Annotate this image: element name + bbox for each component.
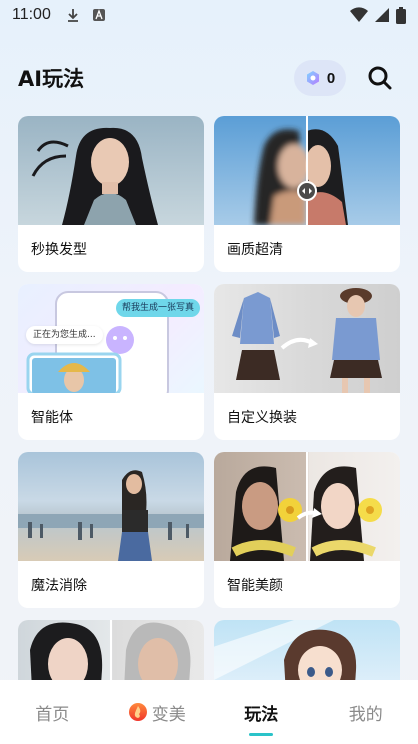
page-title: AI玩法 xyxy=(18,67,85,91)
card-label: 魔法消除 xyxy=(31,578,87,594)
tab-label: 变美 xyxy=(151,704,186,725)
card-label: 画质超清 xyxy=(227,242,283,258)
coin-icon xyxy=(306,71,319,85)
agent-bubble-generating: 正在为您生成... xyxy=(26,326,103,344)
tab-profile[interactable]: 我的 xyxy=(314,680,418,744)
tab-home[interactable]: 首页 xyxy=(0,680,105,744)
app-notification-icon xyxy=(92,9,105,21)
tab-label: 玩法 xyxy=(244,704,279,725)
status-bar: 11:00 xyxy=(0,0,418,30)
agent-bubble-request: 帮我生成一张写真 xyxy=(116,299,201,317)
hairstyle-image xyxy=(18,116,204,225)
flame-icon xyxy=(128,703,147,721)
header: AI玩法 0 xyxy=(0,56,418,100)
tab-play[interactable]: 玩法 xyxy=(209,680,314,744)
custom-outfit-image xyxy=(214,284,400,393)
card-label: 智能美颜 xyxy=(227,578,283,594)
card-smart-beauty[interactable]: 智能美颜 xyxy=(214,452,400,608)
signal-icon xyxy=(375,8,389,22)
feature-grid: 秒换发型 画质超清 帮我生成一张写真 正在为您生成... 智能体 自定义换装 魔… xyxy=(18,116,400,681)
tab-label: 首页 xyxy=(35,704,70,725)
magic-eraser-image xyxy=(18,452,204,561)
card-anime-style[interactable] xyxy=(214,620,400,681)
search-icon xyxy=(368,66,392,90)
active-tab-indicator xyxy=(249,733,274,736)
aging-image xyxy=(18,620,204,681)
card-ai-agent[interactable]: 帮我生成一张写真 正在为您生成... 智能体 xyxy=(18,284,204,440)
card-hairstyle[interactable]: 秒换发型 xyxy=(18,116,204,272)
coin-balance-button[interactable]: 0 xyxy=(294,60,346,96)
coin-count: 0 xyxy=(326,69,336,87)
search-button[interactable] xyxy=(360,58,400,98)
status-time: 11:00 xyxy=(12,6,51,23)
anime-style-image xyxy=(214,620,400,681)
download-icon xyxy=(67,9,78,22)
card-magic-eraser[interactable]: 魔法消除 xyxy=(18,452,204,608)
battery-icon xyxy=(396,6,406,24)
tab-beautify[interactable]: 变美 xyxy=(105,680,210,744)
wifi-icon xyxy=(350,7,368,23)
card-label: 秒换发型 xyxy=(31,242,87,258)
ai-agent-image: 帮我生成一张写真 正在为您生成... xyxy=(18,284,204,393)
card-label: 自定义换装 xyxy=(227,410,297,426)
bottom-tab-bar: 首页 变美 玩法 我的 xyxy=(0,680,418,744)
card-custom-outfit[interactable]: 自定义换装 xyxy=(214,284,400,440)
tab-label: 我的 xyxy=(348,704,383,725)
hd-enhance-image xyxy=(214,116,400,225)
smart-beauty-image xyxy=(214,452,400,561)
card-label: 智能体 xyxy=(31,410,73,426)
card-hd-enhance[interactable]: 画质超清 xyxy=(214,116,400,272)
card-aging[interactable] xyxy=(18,620,204,681)
